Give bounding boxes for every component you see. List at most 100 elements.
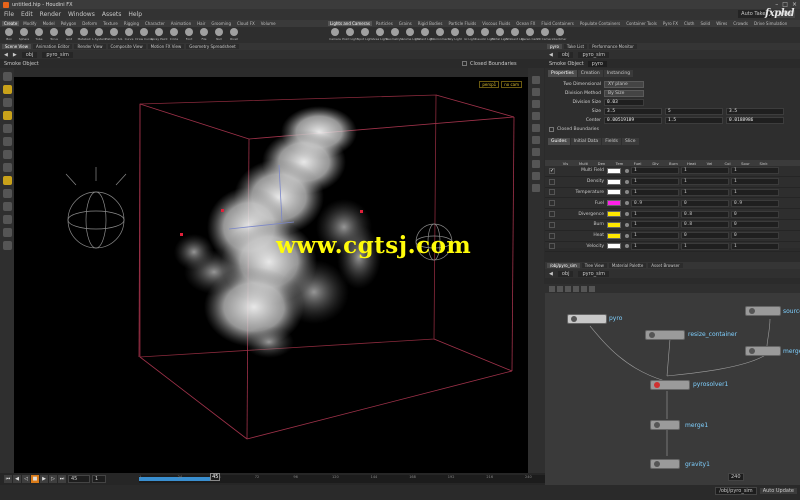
field-color-swatch[interactable] (607, 178, 621, 185)
emitter-marker[interactable] (180, 233, 183, 236)
scale-tool-icon[interactable] (2, 150, 12, 159)
field-col-multi[interactable]: Multi (575, 161, 592, 166)
shading-icon[interactable] (532, 100, 540, 108)
bg-image-icon[interactable] (532, 160, 540, 168)
network-tab-obj-pyro-sim[interactable]: /obj/pyro_sim (547, 263, 580, 268)
shelf-tab-deform[interactable]: Deform (80, 21, 99, 26)
shelf-tab-polygon[interactable]: Polygon (59, 21, 79, 26)
shelf-tab-particle-fluids[interactable]: Particle Fluids (446, 21, 478, 26)
shelf-tab-pyro-fx[interactable]: Pyro FX (661, 21, 680, 26)
field-visibility-checkbox[interactable] (549, 232, 555, 239)
param-tab-properties[interactable]: Properties (548, 70, 577, 77)
field-color-swatch[interactable] (607, 189, 621, 196)
shelf-tool-spot-light[interactable]: Spot Light (357, 27, 373, 41)
shelf-tab-fluid-containers[interactable]: Fluid Containers (539, 21, 576, 26)
shelf-tab-populate-containers[interactable]: Populate Containers (578, 21, 622, 26)
shelf-tab-rigging[interactable]: Rigging (122, 21, 141, 26)
shelf-tab-volume[interactable]: Volume (259, 21, 278, 26)
field-visibility-checkbox[interactable] (549, 189, 555, 196)
field-value-cell[interactable]: 0 (681, 199, 729, 207)
network-path-obj[interactable]: obj (557, 270, 574, 277)
shelf-tab-viscous-fluids[interactable]: Viscous Fluids (480, 21, 512, 26)
menu-windows[interactable]: Windows (68, 11, 95, 18)
field-value-cell[interactable]: 0.9 (731, 199, 779, 207)
shelf-tab-lights-and-cameras[interactable]: Lights and Cameras (328, 21, 372, 26)
param-field-size-0[interactable]: 3.5 (604, 108, 662, 115)
shelf-tab-model[interactable]: Model (41, 21, 57, 26)
shelf-tab-ocean-fx[interactable]: Ocean FX (514, 21, 537, 26)
back-arrow-icon[interactable]: ◀ (4, 52, 8, 58)
field-value-cell[interactable]: 0.8 (681, 221, 729, 229)
field-col-div[interactable]: Div (647, 161, 664, 166)
color-picker-icon[interactable] (625, 201, 629, 206)
normals-icon[interactable] (532, 148, 540, 156)
shelf-tool-spray-paint[interactable]: Spray Paint (150, 27, 168, 41)
field-value-cell[interactable]: 1 (731, 242, 779, 250)
shelf-tool-file[interactable]: File (197, 27, 211, 41)
maximize-icon[interactable]: □ (782, 1, 788, 8)
grid-snap-icon[interactable] (2, 202, 12, 211)
field-tab-guides[interactable]: Guides (548, 138, 570, 145)
render-region-icon[interactable] (2, 228, 12, 237)
field-col-col[interactable]: Col (719, 161, 736, 166)
field-visibility-checkbox[interactable] (549, 178, 555, 185)
field-value-cell[interactable]: 0 (731, 221, 779, 229)
shelf-tab-hair[interactable]: Hair (195, 21, 207, 26)
timeline-cursor[interactable]: 45 (210, 473, 221, 481)
network-path-pyro-sim[interactable]: pyro_sim (578, 270, 609, 277)
field-value-cell[interactable]: 1 (681, 167, 729, 175)
field-value-cell[interactable]: 1 (681, 242, 729, 250)
shelf-tool-caustic-light[interactable]: Caustic Light (475, 27, 495, 41)
field-value-cell[interactable]: 1 (731, 178, 779, 186)
shelf-tool-grid[interactable]: Grid (62, 27, 76, 41)
timeline-track[interactable]: 124487296120144168192216240 45 (139, 473, 545, 483)
field-value-cell[interactable]: 1 (631, 232, 679, 240)
field-visibility-checkbox[interactable] (549, 200, 555, 207)
viewer-tab-geometry-spreadsheet[interactable]: Geometry Spreadsheet (186, 44, 239, 49)
node-merge[interactable] (745, 346, 781, 356)
start-frame-field[interactable]: 1 (92, 475, 106, 483)
param-field-size-1[interactable]: 5 (665, 108, 723, 115)
magnet-tool-icon[interactable] (2, 189, 12, 198)
shelf-tool-sphere[interactable]: Sphere (17, 27, 31, 41)
shelf-tab-cloth[interactable]: Cloth (682, 21, 696, 26)
shelf-tab-rigid-bodies[interactable]: Rigid Bodies (416, 21, 445, 26)
shelf-tool-metaball[interactable]: Metaball (77, 27, 91, 41)
param-pane-tab-performance-monitor[interactable]: Performance Monitor (589, 44, 637, 49)
field-col-den[interactable]: Den (593, 161, 610, 166)
shelf-tab-wires[interactable]: Wires (714, 21, 729, 26)
field-value-cell[interactable]: 1 (631, 210, 679, 218)
field-value-cell[interactable]: 1 (631, 188, 679, 196)
shelf-tab-drive-simulation[interactable]: Drive Simulation (752, 21, 789, 26)
field-value-cell[interactable]: 1 (631, 167, 679, 175)
status-path[interactable]: /obj/pyro_sim (715, 487, 757, 495)
param-field-center-1[interactable]: 1.5 (665, 117, 723, 124)
view-tool-icon[interactable] (2, 111, 12, 120)
shelf-tab-animation[interactable]: Animation (169, 21, 193, 26)
menu-file[interactable]: File (4, 11, 14, 18)
field-visibility-checkbox[interactable] (549, 243, 555, 250)
shelf-tool-camera[interactable]: Camera (328, 27, 342, 41)
field-tab-fields[interactable]: Fields (602, 138, 621, 145)
menu-render[interactable]: Render (40, 11, 61, 18)
color-picker-icon[interactable] (625, 212, 629, 217)
snap-tool-icon[interactable] (2, 176, 12, 185)
param-field-size-2[interactable]: 3.5 (726, 108, 784, 115)
shelf-tool-vr-camera[interactable]: VR Camera (537, 27, 553, 41)
field-col-vis[interactable]: Vis (557, 161, 574, 166)
color-picker-icon[interactable] (625, 222, 629, 227)
sticky-icon[interactable] (2, 215, 12, 224)
field-visibility-checkbox[interactable] (549, 221, 555, 228)
lighting-icon[interactable] (532, 88, 540, 96)
shelf-tool-tube[interactable]: Tube (32, 27, 46, 41)
shelf-tab-modify[interactable]: Modify (21, 21, 38, 26)
field-tab-initial-data[interactable]: Initial Data (570, 138, 602, 145)
shelf-tool-environment[interactable]: Environment (430, 27, 450, 41)
field-value-cell[interactable]: 0.9 (631, 199, 679, 207)
field-value-cell[interactable]: 0 (731, 232, 779, 240)
camera-menu-nocam[interactable]: no cam (501, 81, 522, 88)
node-source[interactable] (745, 306, 781, 316)
viewer-tab-composite-view[interactable]: Composite View (107, 44, 146, 49)
ghost-icon[interactable] (532, 124, 540, 132)
pose-tool-icon[interactable] (2, 98, 12, 107)
